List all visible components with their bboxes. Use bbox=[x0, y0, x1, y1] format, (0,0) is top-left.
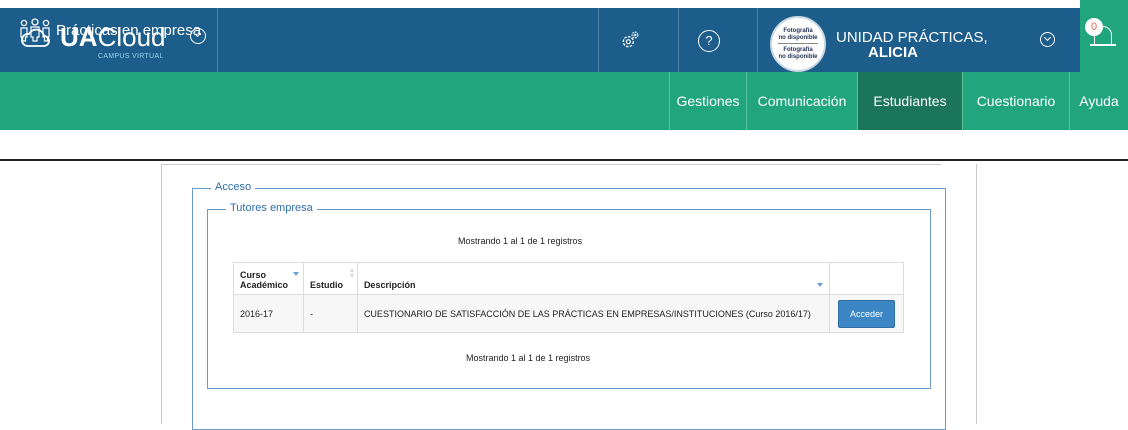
legend-tutores-empresa: Tutores empresa bbox=[226, 202, 317, 214]
sort-desc-icon bbox=[816, 283, 823, 287]
notification-badge: 0 bbox=[1085, 18, 1103, 36]
data-table: Curso Académico Estudio Descripción 2016… bbox=[233, 262, 905, 333]
column-header-descripcion[interactable]: Descripción bbox=[356, 262, 830, 295]
divider bbox=[217, 8, 218, 72]
panel-top-border bbox=[161, 164, 941, 165]
avatar-text: no disponible bbox=[778, 35, 818, 41]
avatar-text: no disponible bbox=[778, 54, 818, 60]
gear-icon[interactable] bbox=[620, 30, 640, 50]
column-header-action bbox=[828, 262, 905, 295]
sort-desc-icon bbox=[292, 272, 299, 276]
nav-comunicacion[interactable]: Comunicación bbox=[747, 72, 857, 130]
people-icon bbox=[20, 18, 50, 42]
nav-cuestionario[interactable]: Cuestionario bbox=[963, 72, 1069, 130]
column-header-curso[interactable]: Curso Académico bbox=[233, 262, 304, 295]
top-strip bbox=[0, 0, 1128, 8]
sort-both-icon bbox=[349, 268, 354, 278]
avatar-text: Fotografía bbox=[783, 47, 813, 53]
cell-action: Acceder bbox=[828, 294, 905, 333]
table-info-top: Mostrando 1 al 1 de 1 registros bbox=[458, 236, 583, 246]
user-chevron-down-icon[interactable] bbox=[1040, 32, 1055, 47]
nav-estudiantes[interactable]: Estudiantes bbox=[858, 72, 962, 130]
avatar[interactable]: Fotografía no disponible Fotografía no d… bbox=[770, 16, 826, 72]
nav-gestiones[interactable]: Gestiones bbox=[670, 72, 746, 130]
cell-curso: 2016-17 bbox=[233, 294, 304, 333]
app-title-text: Prácticas en empresa bbox=[56, 22, 202, 39]
user-name-line2: ALICIA bbox=[868, 44, 918, 61]
divider bbox=[757, 8, 758, 72]
header-text: Descripción bbox=[363, 280, 416, 290]
acceder-button[interactable]: Acceder bbox=[837, 299, 896, 328]
divider bbox=[678, 8, 679, 72]
header-text: Curso bbox=[240, 270, 267, 280]
table-info-bottom: Mostrando 1 al 1 de 1 registros bbox=[466, 353, 591, 363]
cell-estudio: - bbox=[302, 294, 358, 333]
help-icon[interactable]: ? bbox=[698, 30, 720, 52]
horizontal-rule bbox=[0, 159, 1128, 161]
divider bbox=[598, 8, 599, 72]
user-name[interactable]: UNIDAD PRÁCTICAS, ALICIA bbox=[836, 30, 988, 60]
avatar-text: Fotografía bbox=[783, 28, 813, 34]
nav-ayuda[interactable]: Ayuda bbox=[1070, 72, 1128, 130]
legend-acceso: Acceso bbox=[211, 181, 256, 193]
header-text: Estudio bbox=[309, 280, 343, 290]
brand-subtitle: CAMPUS VIRTUAL bbox=[98, 53, 164, 60]
column-header-estudio[interactable]: Estudio bbox=[302, 262, 358, 295]
table-row: 2016-17 - CUESTIONARIO DE SATISFACCIÓN D… bbox=[233, 294, 905, 333]
bell-base bbox=[1090, 44, 1116, 46]
notifications-button[interactable]: 0 bbox=[1080, 0, 1128, 72]
user-name-line1: UNIDAD PRÁCTICAS, bbox=[836, 29, 988, 46]
cell-descripcion: CUESTIONARIO DE SATISFACCIÓN DE LAS PRÁC… bbox=[356, 294, 830, 333]
header-text: Académico bbox=[240, 280, 289, 290]
avatar-divider bbox=[778, 43, 818, 44]
